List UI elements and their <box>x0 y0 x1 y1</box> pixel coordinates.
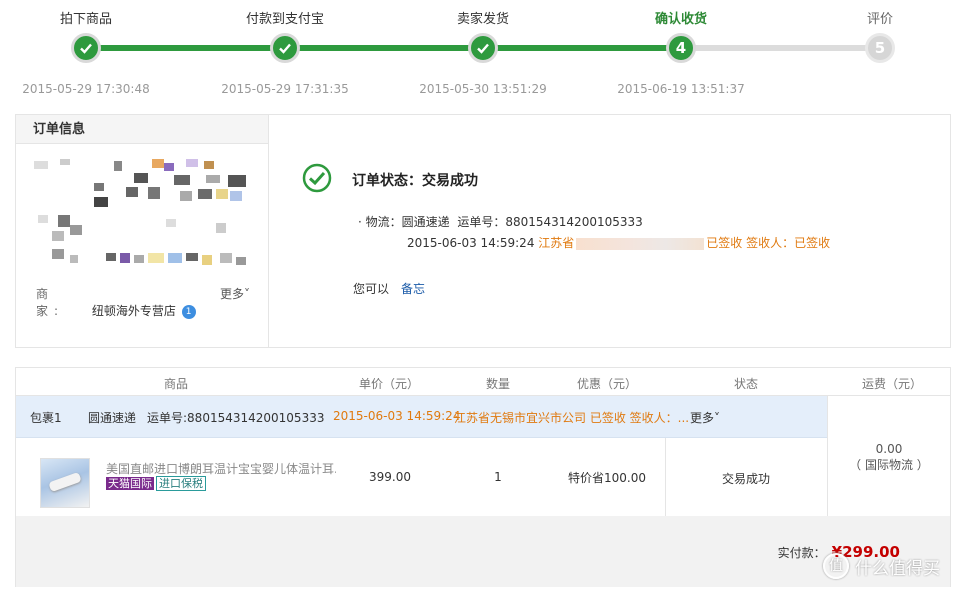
redacted-location <box>576 237 705 250</box>
step-label: 付款到支付宝 <box>245 12 324 27</box>
step-time: 2015-05-30 13:51:29 <box>419 82 547 96</box>
logistics-bullet: · <box>358 215 362 229</box>
watermark-logo-icon: 值 <box>823 553 849 579</box>
payment-footer: 实付款： ¥299.00 值 什么值得买 <box>16 516 950 587</box>
actions-row: 您可以 备忘 <box>353 280 425 297</box>
step-label: 确认收货 <box>654 12 707 27</box>
col-price: 单价（元） <box>358 377 419 391</box>
shipping-fee: 0.00 <box>875 442 903 456</box>
step-2: 付款到支付宝 <box>215 0 355 63</box>
order-info-title: 订单信息 <box>16 115 268 144</box>
watermark: 值 什么值得买 <box>823 553 940 579</box>
col-shipping: 运费（元） <box>861 377 922 391</box>
logistics-location: 江苏省 <box>538 236 575 250</box>
seller-row: 商 家: 纽顿海外专营店 1 更多˅ <box>36 285 266 319</box>
wangwang-icon[interactable]: 1 <box>181 304 196 319</box>
waybill-number: 880154314200105333 <box>505 215 643 229</box>
step-label: 卖家发货 <box>456 12 509 27</box>
product-tags: 天猫国际 进口保税 <box>106 475 206 491</box>
shipping-type: （ 国际物流 ） <box>849 458 929 472</box>
package-more-button[interactable]: 更多˅ <box>690 409 720 426</box>
seller-name[interactable]: 纽顿海外专营店 <box>92 304 176 318</box>
pay-label: 实付款： <box>777 546 826 560</box>
watermark-text: 什么值得买 <box>855 558 940 579</box>
step-3: 卖家发货 <box>413 0 553 63</box>
logistics-time: 2015-06-03 14:59:24 <box>407 236 535 250</box>
col-status: 状态 <box>733 377 758 391</box>
package-waybill: 运单号:880154314200105333 <box>147 411 325 425</box>
step-check-icon <box>71 33 101 63</box>
memo-link[interactable]: 备忘 <box>401 282 425 296</box>
step-time: 2015-05-29 17:31:35 <box>221 82 349 96</box>
col-qty: 数量 <box>485 377 510 391</box>
table-header: 商品 单价（元） 数量 优惠（元） 状态 运费（元） <box>16 368 950 396</box>
step-check-icon <box>270 33 300 63</box>
item-qty: 1 <box>494 470 502 484</box>
logistics-company: 圆通速递 <box>401 215 450 229</box>
step-5: 评价 5 <box>810 0 950 63</box>
package-label: 包裹1 <box>30 411 62 425</box>
step-time: 2015-06-19 13:51:37 <box>617 82 745 96</box>
seller-key: 商 家: <box>36 287 73 318</box>
item-price: 399.00 <box>369 470 411 484</box>
progress-track-done <box>86 45 682 51</box>
step-4: 确认收货 4 <box>611 0 751 63</box>
divider <box>665 438 666 516</box>
product-thumbnail[interactable] <box>40 458 90 508</box>
bonded-import-tag: 进口保税 <box>156 476 206 491</box>
package-time: 2015-06-03 14:59:24 <box>333 409 461 423</box>
tmall-global-tag: 天猫国际 <box>106 477 154 490</box>
step-label: 拍下商品 <box>59 12 112 27</box>
logistics-receiver: 签收人：已签收 <box>746 236 831 250</box>
order-info-panel: 订单信息 商 家: 纽顿海外专营店 1 更多˅ 订单状态：交易成功 · 物流：圆… <box>15 114 951 348</box>
logistics-signed: 已签收 <box>706 236 743 250</box>
step-check-icon <box>468 33 498 63</box>
waybill-label: 运单号： <box>457 215 506 229</box>
logistics-info: · 物流：圆通速递 运单号：880154314200105333 2015-06… <box>358 213 830 251</box>
goods-table: 商品 单价（元） 数量 优惠（元） 状态 运费（元） 包裹1 圆通速递 运单号:… <box>15 367 951 587</box>
logistics-company-label: 物流： <box>365 215 402 229</box>
step-number: 5 <box>865 33 895 63</box>
seller-more-button[interactable]: 更多˅ <box>220 285 250 302</box>
col-goods: 商品 <box>163 377 188 391</box>
order-info-sidebar: 订单信息 商 家: 纽顿海外专营店 1 更多˅ <box>16 115 269 347</box>
check-circle-icon <box>302 163 332 193</box>
package-row: 包裹1 圆通速递 运单号:880154314200105333 2015-06-… <box>16 396 828 438</box>
shipping-fee-cell: 0.00 （ 国际物流 ） <box>828 441 950 473</box>
redacted-address-mosaic <box>30 157 250 277</box>
step-label: 评价 <box>866 12 893 27</box>
item-status: 交易成功 <box>721 472 770 486</box>
col-discount: 优惠（元） <box>576 377 637 391</box>
step-1: 拍下商品 <box>16 0 156 63</box>
package-trace: 江苏省无锡市宜兴市公司 已签收 签收人：... <box>454 411 690 425</box>
package-courier: 圆通速递 <box>88 411 137 425</box>
item-discount: 特价省100.00 <box>568 471 646 485</box>
order-status-text: 订单状态：交易成功 <box>352 173 478 189</box>
step-number: 4 <box>666 33 696 63</box>
actions-label: 您可以 <box>353 282 390 296</box>
order-progress: 拍下商品 付款到支付宝 卖家发货 确认收货 4 评价 5 2015-05-29 … <box>0 0 960 110</box>
step-time: 2015-05-29 17:30:48 <box>22 82 150 96</box>
